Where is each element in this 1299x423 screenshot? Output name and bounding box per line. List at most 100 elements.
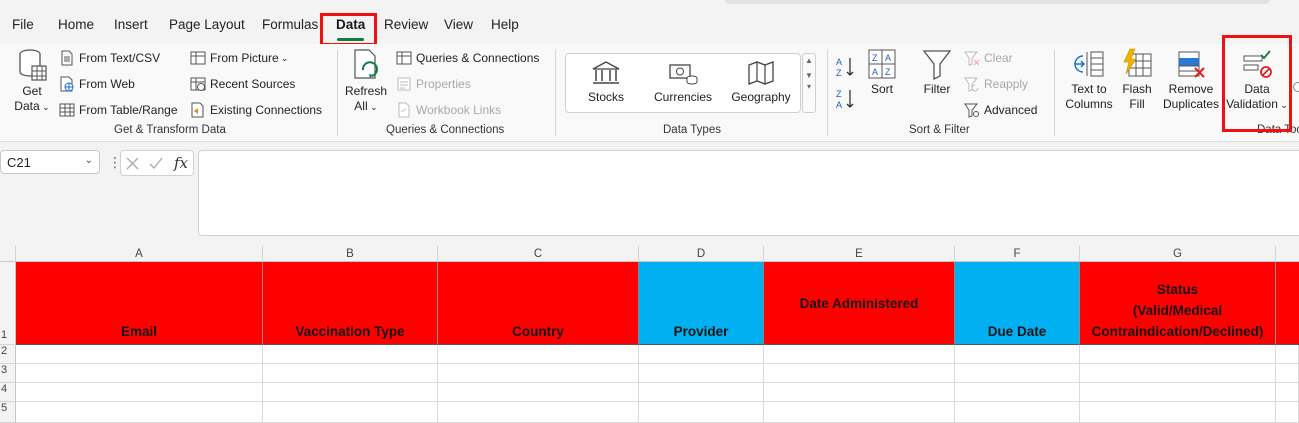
flash-fill-button[interactable]: Flash Fill — [1118, 48, 1156, 112]
tab-insert[interactable]: Insert — [114, 17, 148, 32]
get-data-button[interactable]: Get Data ⌄ — [12, 48, 52, 115]
from-picture-button[interactable]: From Picture ⌄ — [190, 50, 288, 66]
grid-cell[interactable] — [764, 364, 955, 383]
grid-cell[interactable] — [1080, 383, 1276, 402]
from-text-csv-button[interactable]: From Text/CSV — [59, 50, 160, 66]
grid-cell[interactable] — [955, 383, 1080, 402]
grid-cell[interactable] — [955, 364, 1080, 383]
grid-cell[interactable] — [639, 402, 764, 423]
grid-cell[interactable] — [438, 383, 639, 402]
grid-cell[interactable] — [639, 345, 764, 364]
column-header-c[interactable]: C — [438, 246, 639, 262]
grid-cell[interactable] — [955, 345, 1080, 364]
tab-page-layout[interactable]: Page Layout — [169, 17, 245, 32]
column-header-h[interactable] — [1276, 246, 1299, 262]
scroll-up-icon[interactable]: ▲ — [803, 56, 815, 65]
geography-button[interactable]: Geography — [726, 60, 796, 104]
sort-a-to-z-button[interactable]: AZ — [836, 56, 856, 78]
column-header-a[interactable]: A — [16, 246, 263, 262]
header-cell-h[interactable] — [1276, 262, 1299, 345]
data-types-gallery-scroll[interactable]: ▲ ▼ ▾ — [802, 53, 816, 113]
column-header-b[interactable]: B — [263, 246, 438, 262]
header-cell-status[interactable]: Status (Valid/Medical Contraindication/D… — [1080, 262, 1276, 345]
grid-cell[interactable] — [263, 402, 438, 423]
row-header-3[interactable]: 3 — [0, 364, 16, 383]
sort-button[interactable]: ZAAZ Sort — [864, 48, 900, 97]
grid-cell[interactable] — [764, 345, 955, 364]
grid-cell[interactable] — [639, 364, 764, 383]
header-cell-vaccination-type[interactable]: Vaccination Type — [263, 262, 438, 345]
header-cell-provider[interactable]: Provider — [639, 262, 764, 345]
row-header-2[interactable]: 2 — [0, 345, 16, 364]
reapply-filter-button[interactable]: Reapply — [964, 76, 1028, 92]
header-cell-due-date[interactable]: Due Date — [955, 262, 1080, 345]
grid-cell[interactable] — [955, 402, 1080, 423]
tab-review[interactable]: Review — [384, 17, 428, 32]
existing-connections-button[interactable]: Existing Connections — [190, 102, 322, 118]
tab-file[interactable]: File — [12, 17, 34, 32]
gallery-more-icon[interactable]: ▾ — [803, 82, 815, 91]
column-header-f[interactable]: F — [955, 246, 1080, 262]
grid-cell[interactable] — [263, 383, 438, 402]
table-icon — [59, 103, 75, 117]
grid-cell[interactable] — [1080, 364, 1276, 383]
grid-cell[interactable] — [16, 383, 263, 402]
column-header-g[interactable]: G — [1080, 246, 1276, 262]
chevron-down-icon[interactable]: ⌄ — [85, 155, 93, 166]
grid-cell[interactable] — [1276, 364, 1299, 383]
column-header-d[interactable]: D — [639, 246, 764, 262]
consolidate-icon-partial[interactable] — [1293, 82, 1299, 92]
clear-filter-button[interactable]: Clear — [964, 50, 1013, 66]
remove-duplicates-button[interactable]: Remove Duplicates — [1160, 48, 1222, 112]
grid-cell[interactable] — [438, 364, 639, 383]
queries-connections-button[interactable]: Queries & Connections — [396, 50, 539, 66]
tab-help[interactable]: Help — [491, 17, 519, 32]
tab-view[interactable]: View — [444, 17, 473, 32]
grid-cell[interactable] — [1276, 402, 1299, 423]
grid-cell[interactable] — [764, 402, 955, 423]
recent-sources-button[interactable]: Recent Sources — [190, 76, 295, 92]
grid-cell[interactable] — [16, 402, 263, 423]
remove-duplicates-label-1: Remove — [1168, 82, 1214, 96]
grid-cell[interactable] — [438, 402, 639, 423]
grid-cell[interactable] — [1276, 345, 1299, 364]
select-all-corner[interactable] — [0, 246, 16, 262]
from-web-button[interactable]: From Web — [59, 76, 135, 92]
sort-z-to-a-button[interactable]: ZA — [836, 88, 856, 110]
workbook-links-button[interactable]: Workbook Links — [396, 102, 501, 118]
filter-button[interactable]: Filter — [918, 48, 956, 97]
tab-home[interactable]: Home — [58, 17, 94, 32]
grid-cell[interactable] — [1276, 383, 1299, 402]
row-header-4[interactable]: 4 — [0, 383, 16, 402]
grid-cell[interactable] — [764, 383, 955, 402]
grid-cell[interactable] — [263, 364, 438, 383]
scroll-down-icon[interactable]: ▼ — [803, 71, 815, 80]
stocks-button[interactable]: Stocks — [571, 60, 641, 104]
cancel-icon[interactable] — [126, 157, 139, 170]
grid-cell[interactable] — [263, 345, 438, 364]
formula-input[interactable] — [198, 150, 1299, 236]
header-cell-date-administered[interactable]: Date Administered — [764, 262, 955, 345]
header-cell-email[interactable]: Email — [16, 262, 263, 345]
tab-formulas[interactable]: Formulas — [262, 17, 318, 32]
properties-button[interactable]: Properties — [396, 76, 471, 92]
refresh-all-button[interactable]: Refresh All ⌄ — [344, 48, 388, 115]
grid-cell[interactable] — [438, 345, 639, 364]
grid-cell[interactable] — [1080, 402, 1276, 423]
enter-check-icon[interactable] — [149, 157, 163, 170]
insert-function-icon[interactable]: fx — [174, 154, 188, 172]
currencies-button[interactable]: Currencies — [648, 60, 718, 104]
stocks-label: Stocks — [587, 90, 624, 104]
header-cell-country[interactable]: Country — [438, 262, 639, 345]
text-to-columns-button[interactable]: Text to Columns — [1062, 48, 1116, 112]
advanced-filter-button[interactable]: Advanced — [964, 102, 1037, 118]
grid-cell[interactable] — [16, 364, 263, 383]
row-header-5[interactable]: 5 — [0, 402, 16, 423]
row-header-1[interactable]: 1 — [0, 262, 16, 345]
grid-cell[interactable] — [1080, 345, 1276, 364]
name-box[interactable]: C21 ⌄ — [0, 150, 100, 174]
grid-cell[interactable] — [639, 383, 764, 402]
grid-cell[interactable] — [16, 345, 263, 364]
column-header-e[interactable]: E — [764, 246, 955, 262]
from-table-range-button[interactable]: From Table/Range — [59, 102, 178, 118]
